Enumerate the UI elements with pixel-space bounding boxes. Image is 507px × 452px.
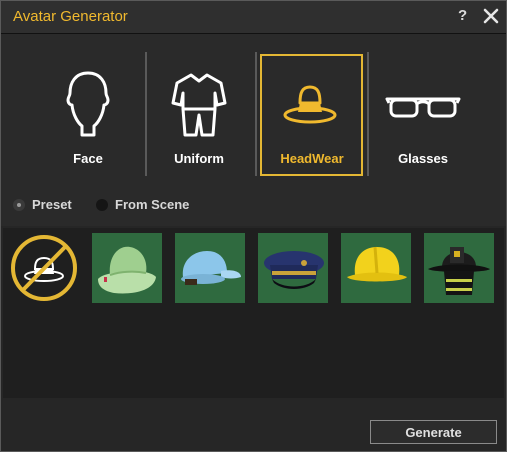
glasses-icon — [385, 97, 461, 118]
baseball-cap-icon — [181, 251, 241, 285]
hard-hat-icon — [347, 246, 407, 282]
category-divider — [255, 52, 257, 176]
category-face[interactable]: Face — [38, 55, 138, 175]
category-uniform[interactable]: Uniform — [149, 55, 249, 175]
category-label-uniform: Uniform — [174, 151, 224, 166]
title-bar: Avatar Generator ? — [1, 1, 506, 34]
category-label-headwear: HeadWear — [280, 151, 344, 166]
gallery-item-bucket-hat[interactable] — [92, 233, 162, 303]
radio-preset[interactable]: Preset — [13, 196, 83, 214]
head-icon — [66, 71, 110, 137]
window-title: Avatar Generator — [13, 8, 128, 25]
footer-bar: Generate — [1, 400, 506, 451]
gallery-item-baseball-cap[interactable] — [175, 233, 245, 303]
bucket-hat-icon — [98, 246, 156, 294]
gallery-item-none[interactable] — [9, 233, 79, 303]
hat-icon — [283, 85, 337, 124]
radio-from-scene[interactable]: From Scene — [96, 196, 196, 214]
help-button[interactable]: ? — [458, 7, 467, 24]
radio-label-preset: Preset — [32, 197, 72, 212]
category-divider — [145, 52, 147, 176]
firefighter-helmet-icon — [428, 247, 490, 295]
category-label-glasses: Glasses — [398, 151, 448, 166]
category-headwear[interactable]: HeadWear — [260, 54, 363, 176]
gallery-item-police-cap[interactable] — [258, 233, 328, 303]
category-divider — [367, 52, 369, 176]
category-label-face: Face — [73, 151, 103, 166]
no-hat-icon — [11, 235, 77, 301]
radio-dot — [96, 199, 108, 211]
uniform-icon — [171, 73, 227, 137]
generate-button[interactable]: Generate — [370, 420, 497, 444]
category-section: Face Uniform HeadWear Glasses Preset Fro… — [1, 34, 506, 226]
close-icon[interactable] — [481, 5, 501, 27]
gallery-item-hard-hat[interactable] — [341, 233, 411, 303]
category-glasses[interactable]: Glasses — [373, 55, 473, 175]
avatar-generator-window: Avatar Generator ? Face Uniform HeadWear… — [0, 0, 507, 452]
police-cap-icon — [264, 251, 324, 289]
gallery-item-firefighter-helmet[interactable] — [424, 233, 494, 303]
radio-label-from-scene: From Scene — [115, 197, 190, 212]
headwear-gallery — [3, 228, 504, 398]
radio-dot-selected — [13, 199, 25, 211]
